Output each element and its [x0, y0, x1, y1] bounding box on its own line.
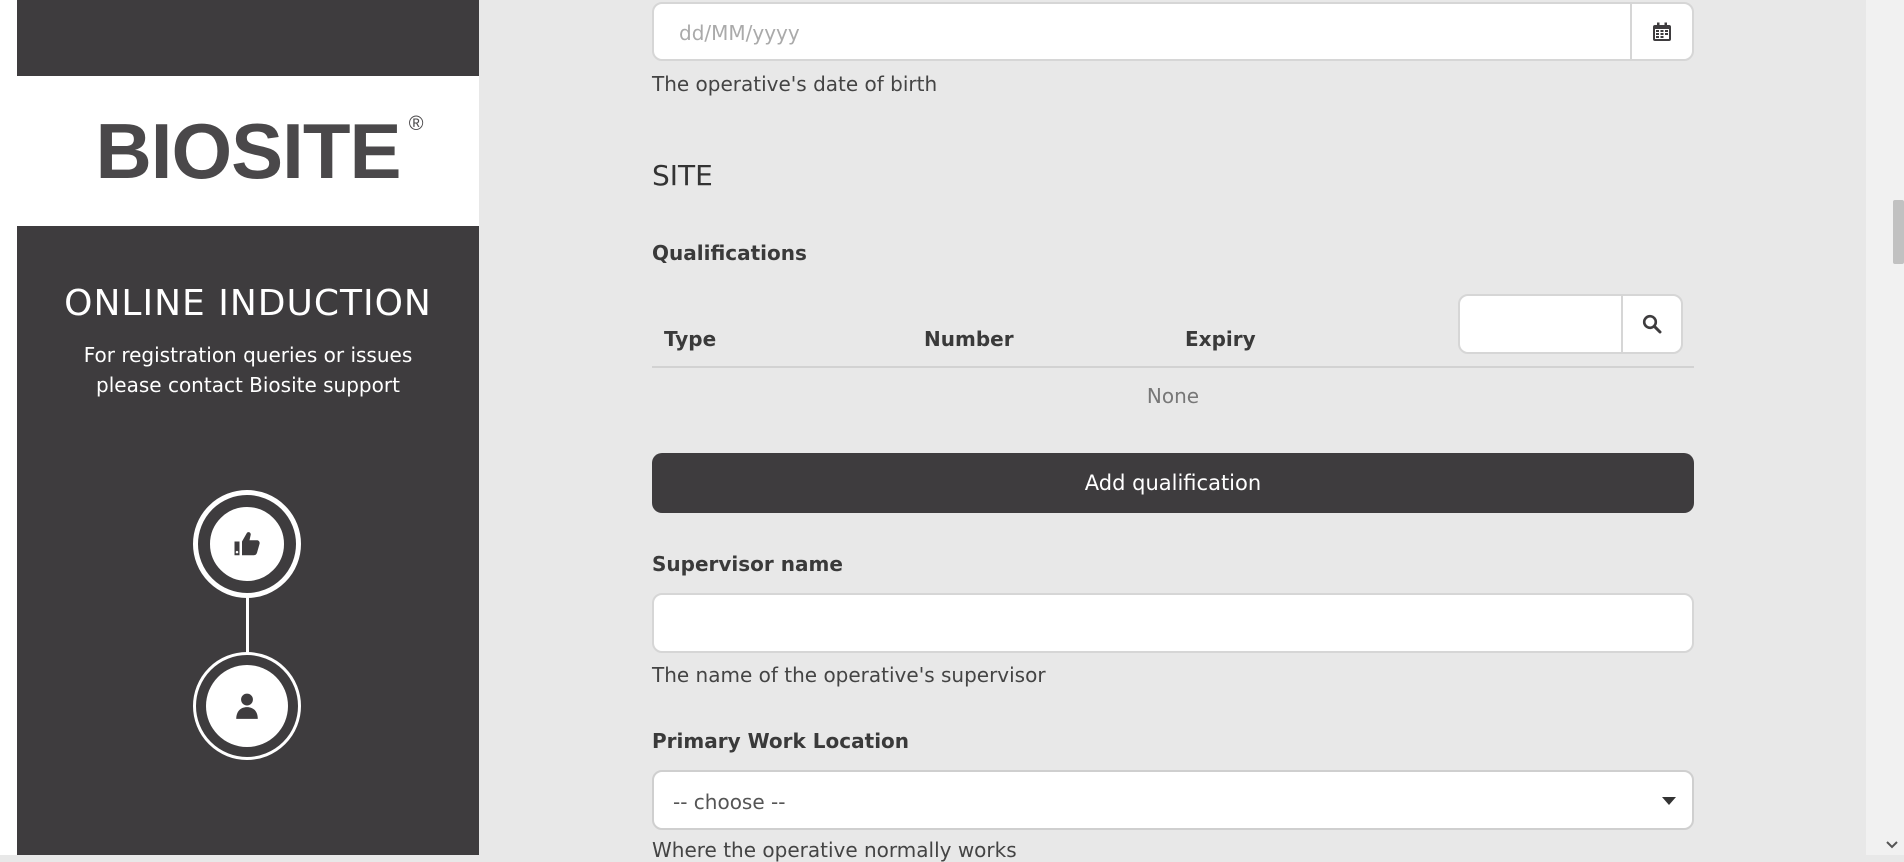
column-header-type: Type: [664, 327, 717, 351]
qualification-search-button[interactable]: [1621, 296, 1681, 352]
qualifications-empty-row: None: [1146, 384, 1200, 408]
logo-band: BIOSITE ®: [17, 76, 479, 226]
main-content: dd/MM/yyyy The operative's date of birth…: [479, 0, 1866, 862]
add-qualification-button[interactable]: Add qualification: [652, 453, 1694, 513]
calendar-button[interactable]: [1630, 4, 1692, 59]
sidebar: BIOSITE ® ONLINE INDUCTION For registrat…: [17, 0, 479, 855]
primary-location-help-text: Where the operative normally works: [652, 838, 1017, 862]
logo-text: BIOSITE: [95, 107, 401, 195]
dob-placeholder: dd/MM/yyyy: [679, 21, 800, 45]
step-1-inner: [204, 501, 290, 587]
page-left-margin: [0, 0, 17, 855]
scrollbar-thumb[interactable]: [1893, 200, 1904, 264]
page-scrollbar[interactable]: [1866, 0, 1904, 855]
thumbs-up-icon: [234, 532, 260, 556]
step-connector: [246, 596, 249, 654]
registered-mark: ®: [408, 113, 424, 135]
sidebar-title: ONLINE INDUCTION: [64, 283, 432, 324]
supervisor-help-text: The name of the operative's supervisor: [652, 663, 1046, 687]
dob-input[interactable]: dd/MM/yyyy: [652, 2, 1694, 61]
table-header-divider: [652, 366, 1694, 368]
search-icon: [1642, 314, 1662, 334]
column-header-expiry: Expiry: [1185, 327, 1256, 351]
sidebar-subtitle-line1: For registration queries or issues: [83, 343, 413, 367]
step-1-indicator[interactable]: [193, 490, 301, 598]
chevron-down-icon: [1662, 797, 1676, 805]
sidebar-subtitle: For registration queries or issues pleas…: [17, 340, 479, 400]
user-icon: [236, 693, 258, 719]
section-title-site: SITE: [652, 159, 713, 192]
step-2-inner: [206, 665, 288, 747]
sidebar-subtitle-line2: please contact Biosite support: [96, 373, 400, 397]
step-2-indicator[interactable]: [193, 652, 301, 760]
supervisor-name-label: Supervisor name: [652, 552, 843, 576]
calendar-icon: [1653, 22, 1671, 41]
dob-help-text: The operative's date of birth: [652, 72, 938, 96]
biosite-logo: BIOSITE ®: [95, 112, 423, 190]
primary-work-location-select[interactable]: -- choose --: [652, 770, 1694, 830]
scroll-down-arrow-icon[interactable]: [1886, 841, 1898, 849]
column-header-number: Number: [924, 327, 1014, 351]
supervisor-name-input[interactable]: [652, 593, 1694, 653]
qualifications-label: Qualifications: [652, 241, 807, 265]
primary-work-location-selected: -- choose --: [673, 790, 786, 814]
primary-work-location-label: Primary Work Location: [652, 729, 910, 753]
qualification-search-input[interactable]: [1458, 294, 1683, 354]
